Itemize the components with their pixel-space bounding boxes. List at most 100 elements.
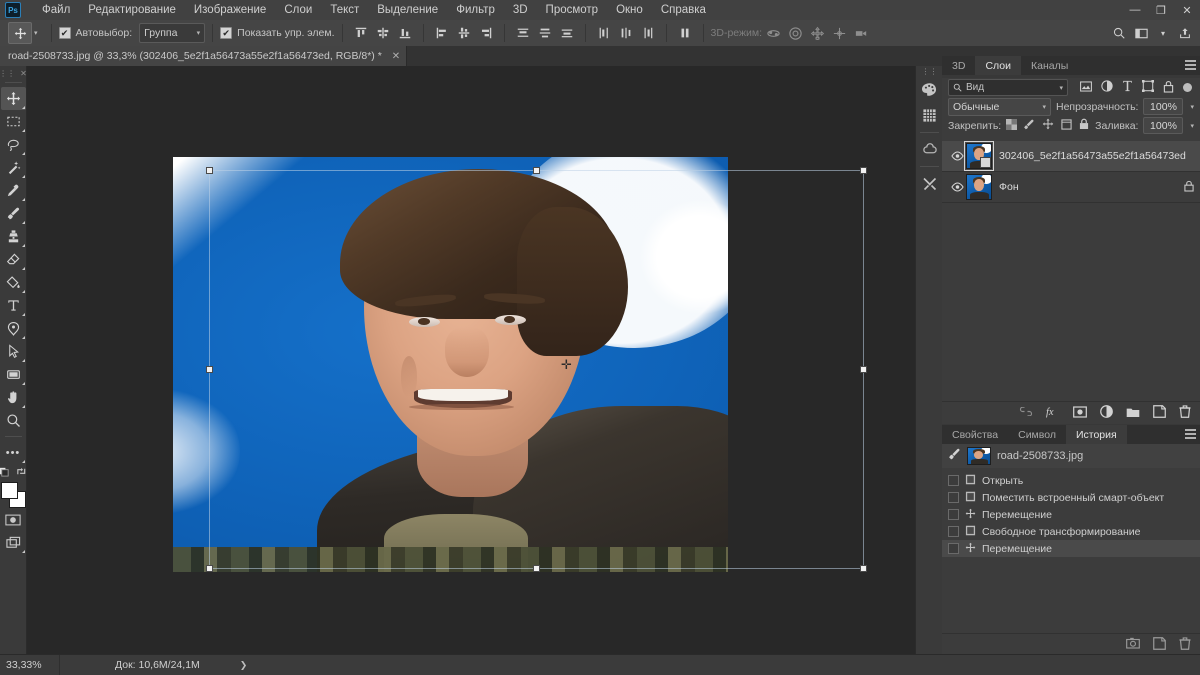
transform-handle-bottom-right[interactable] [860,565,867,572]
layer-thumbnail[interactable] [966,174,992,200]
opacity-stepper-chevron-icon[interactable]: ▾ [1190,103,1194,111]
delete-icon[interactable] [1179,636,1191,653]
layer-thumbnail[interactable] [964,141,994,171]
layer-name[interactable]: Фон [999,181,1019,193]
menu-item-edit[interactable]: Редактирование [79,0,185,20]
layer-visibility-toggle[interactable] [948,182,966,192]
menu-item-view[interactable]: Просмотр [537,0,608,20]
history-state-place-smart-object[interactable]: Поместить встроенный смарт-объект [942,489,1200,506]
align-top-icon[interactable] [351,23,371,43]
align-left-icon[interactable] [432,23,452,43]
restore-button[interactable]: ❐ [1148,0,1174,20]
transform-handle-top-right[interactable] [860,167,867,174]
add-mask-icon[interactable] [1073,405,1087,421]
color-palette-icon[interactable] [917,77,942,102]
filter-toggle-switch[interactable] [1183,83,1192,92]
search-icon[interactable] [1109,23,1129,43]
rail-grip[interactable]: ⋮⋮ [916,66,943,76]
pen-tool[interactable] [1,317,26,340]
creative-cloud-icon[interactable] [917,137,942,162]
align-more-icon[interactable] [675,23,695,43]
history-snapshot-checkbox[interactable] [948,475,959,486]
panel-menu-icon[interactable] [1185,60,1196,70]
3d-orbit-icon[interactable] [763,23,783,43]
new-document-icon[interactable] [1153,636,1166,653]
eraser-tool[interactable] [1,248,26,271]
brush-tool[interactable] [1,202,26,225]
layer-row-background[interactable]: Фон [942,172,1200,203]
tab-layers[interactable]: Слои [975,56,1021,75]
color-swatches[interactable] [0,482,26,508]
paint-bucket-tool[interactable] [1,271,26,294]
align-hcenter-icon[interactable] [454,23,474,43]
transform-handle-top-center[interactable] [532,167,540,174]
adjustment-filter-icon[interactable] [1101,80,1113,95]
menu-item-image[interactable]: Изображение [185,0,275,20]
transform-handle-top-left[interactable] [206,167,213,174]
type-tool[interactable] [1,294,26,317]
snapshot-icon[interactable] [1126,637,1140,652]
lock-image-icon[interactable] [1024,119,1035,133]
layer-filter-select[interactable]: Вид ▾ [948,79,1068,96]
menu-item-file[interactable]: Файл [33,0,79,20]
chevron-down-icon[interactable]: ▾ [1153,23,1173,43]
new-group-icon[interactable] [1126,406,1140,421]
tools-icon[interactable] [917,171,942,196]
fill-stepper-chevron-icon[interactable]: ▾ [1190,122,1194,130]
tab-character[interactable]: Символ [1008,425,1066,444]
lasso-tool[interactable] [1,133,26,156]
zoom-tool[interactable] [1,409,26,432]
history-snapshot-checkbox[interactable] [948,526,959,537]
image-filter-icon[interactable] [1080,80,1092,95]
distribute-vcenter-icon[interactable] [535,23,555,43]
menu-item-filter[interactable]: Фильтр [447,0,504,20]
align-right-icon[interactable] [476,23,496,43]
hand-tool[interactable] [1,386,26,409]
image-document[interactable]: ✛ [173,157,867,572]
transform-handle-middle-right[interactable] [860,365,867,373]
transform-handle-bottom-center[interactable] [532,565,540,572]
opacity-input[interactable]: 100% [1143,98,1184,115]
show-transform-controls-checkbox[interactable]: ✔ [220,27,233,39]
align-vcenter-icon[interactable] [373,23,393,43]
toolbar-grip[interactable]: ⋮⋮ ✕ [0,68,27,78]
layer-row-smart-object[interactable]: 302406_5e2f1a56473a55e2f1a56473ed [942,141,1200,172]
menu-item-window[interactable]: Окно [607,0,652,20]
menu-item-text[interactable]: Текст [321,0,368,20]
quick-mask-button[interactable] [1,508,26,531]
lock-position-icon[interactable] [1042,118,1054,133]
menu-item-select[interactable]: Выделение [368,0,447,20]
panel-menu-icon[interactable] [1185,429,1196,439]
document-tab[interactable]: road-2508733.jpg @ 33,3% (302406_5e2f1a5… [0,46,408,66]
transform-handle-middle-left[interactable] [206,365,213,373]
distribute-left-icon[interactable] [594,23,614,43]
menu-item-layers[interactable]: Слои [275,0,321,20]
delete-layer-icon[interactable] [1179,405,1191,421]
workspace-icon[interactable] [1131,23,1151,43]
layer-style-fx-icon[interactable]: fx [1046,405,1060,421]
fill-input[interactable]: 100% [1143,117,1184,134]
path-selection-tool[interactable] [1,340,26,363]
canvas-area[interactable]: ✛ [27,66,915,655]
foreground-color-swatch[interactable] [0,482,18,499]
transform-handle-bottom-left[interactable] [206,565,213,572]
smart-filter-icon[interactable] [1163,80,1174,96]
rectangle-tool[interactable] [1,363,26,386]
autoselect-checkbox[interactable]: ✔ [58,27,71,39]
layer-name[interactable]: 302406_5e2f1a56473a55e2f1a56473ed [999,150,1186,162]
menu-item-3d[interactable]: 3D [504,0,537,20]
3d-slide-icon[interactable] [829,23,849,43]
history-snapshot-checkbox[interactable] [948,509,959,520]
clone-stamp-tool[interactable] [1,225,26,248]
blend-mode-select[interactable]: Обычные ▾ [948,97,1051,116]
layer-visibility-toggle[interactable] [948,151,966,161]
swap-colors-icon[interactable] [16,466,27,480]
3d-roll-icon[interactable] [785,23,805,43]
3d-camera-icon[interactable] [851,23,871,43]
distribute-right-icon[interactable] [638,23,658,43]
distribute-top-icon[interactable] [513,23,533,43]
close-icon[interactable]: ✕ [392,51,400,62]
transform-bounding-box[interactable] [206,167,867,572]
history-state-free-transform[interactable]: Свободное трансформирование [942,523,1200,540]
history-state-open[interactable]: Открыть [942,472,1200,489]
